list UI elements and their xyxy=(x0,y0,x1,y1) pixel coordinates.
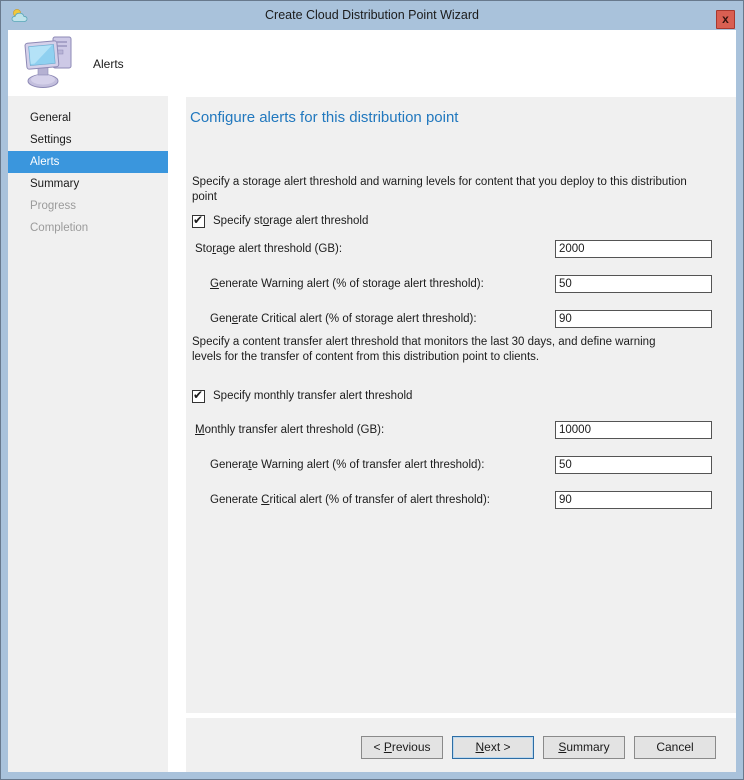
transfer-warning-input[interactable] xyxy=(555,456,712,474)
next-button[interactable]: Next > xyxy=(452,736,534,759)
cancel-button[interactable]: Cancel xyxy=(634,736,716,759)
storage-critical-label: Generate Critical alert (% of storage al… xyxy=(210,313,477,325)
transfer-warning-label: Generate Warning alert (% of transfer al… xyxy=(210,459,485,471)
storage-threshold-label: Storage alert threshold (GB): xyxy=(195,243,343,255)
alerts-config-panel: Configure alerts for this distribution p… xyxy=(186,97,736,713)
nav-item-progress: Progress xyxy=(30,200,77,212)
nav-item-general[interactable]: General xyxy=(8,107,168,129)
summary-button[interactable]: Summary xyxy=(543,736,625,759)
wizard-body: General Settings Alerts Summary Progress… xyxy=(8,96,736,772)
transfer-alert-checkbox-label[interactable]: Specify monthly transfer alert threshold xyxy=(213,390,412,402)
storage-intro-text: Specify a storage alert threshold and wa… xyxy=(192,176,687,203)
content-column: Configure alerts for this distribution p… xyxy=(186,97,736,772)
storage-alert-checkbox[interactable]: ✔ xyxy=(192,213,205,228)
window-title: Create Cloud Distribution Point Wizard xyxy=(265,8,479,22)
transfer-critical-label: Generate Critical alert (% of transfer o… xyxy=(210,494,490,506)
wizard-nav: General Settings Alerts Summary Progress… xyxy=(8,96,168,772)
step-title: Alerts xyxy=(93,57,124,71)
cloud-app-icon xyxy=(11,9,28,22)
title-bar: Create Cloud Distribution Point Wizard x xyxy=(0,0,744,30)
checkmark-icon: ✔ xyxy=(193,388,204,402)
transfer-critical-input[interactable] xyxy=(555,491,712,509)
nav-item-completion: Completion xyxy=(30,222,89,234)
transfer-threshold-label: Monthly transfer alert threshold (GB): xyxy=(195,424,385,436)
storage-warning-input[interactable] xyxy=(555,275,712,293)
button-row: < Previous Next > Summary Cancel xyxy=(186,736,716,759)
nav-item-settings[interactable]: Settings xyxy=(8,129,168,151)
nav-item-summary[interactable]: Summary xyxy=(8,173,168,195)
wizard-footer: < Previous Next > Summary Cancel xyxy=(186,718,736,772)
storage-alert-checkbox-label[interactable]: Specify storage alert threshold xyxy=(213,215,368,227)
storage-threshold-input[interactable] xyxy=(555,240,712,258)
transfer-threshold-input[interactable] xyxy=(555,421,712,439)
page-title: Configure alerts for this distribution p… xyxy=(190,109,459,126)
computer-icon xyxy=(24,36,72,88)
transfer-alert-checkbox[interactable]: ✔ xyxy=(192,388,205,403)
storage-critical-input[interactable] xyxy=(555,310,712,328)
transfer-intro-text: Specify a content transfer alert thresho… xyxy=(192,336,656,363)
previous-button[interactable]: < Previous xyxy=(361,736,443,759)
nav-item-alerts[interactable]: Alerts xyxy=(8,151,168,173)
storage-warning-label: Generate Warning alert (% of storage ale… xyxy=(210,278,484,290)
checkmark-icon: ✔ xyxy=(193,213,204,227)
wizard-header: Alerts xyxy=(8,30,736,96)
close-button[interactable]: x xyxy=(716,10,735,29)
wizard-window: Create Cloud Distribution Point Wizard x… xyxy=(0,0,744,780)
